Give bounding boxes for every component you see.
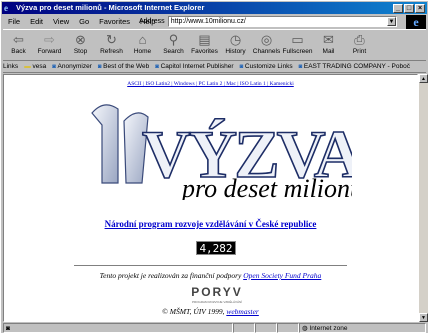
menu-edit[interactable]: Edit <box>25 16 48 27</box>
home-button[interactable]: ⌂ Home <box>127 30 158 55</box>
address-bar: Address http://www.10milionu.cz/ ▼ <box>139 15 397 28</box>
stop-icon: ⊗ <box>75 32 86 47</box>
status-pane-1 <box>233 323 255 333</box>
links-item-vesa[interactable]: vesa <box>24 61 47 72</box>
mail-button[interactable]: ✉ Mail <box>313 30 344 55</box>
title-bar: e Výzva pro deset milionů - Microsoft In… <box>2 2 427 14</box>
divider <box>74 265 347 267</box>
channels-button[interactable]: ◎ Channels <box>251 30 282 55</box>
favorites-button[interactable]: ▤ Favorites <box>189 30 220 55</box>
refresh-button[interactable]: ↻ Refresh <box>96 30 127 55</box>
page-subtitle[interactable]: Národní program rozvoje vzdělávání v Čes… <box>4 219 417 229</box>
search-icon: ⚲ <box>168 32 179 47</box>
copyright-text: © MŠMT, ÚIV 1999, <box>162 307 227 316</box>
status-bar: ◙ ◍ Internet zone <box>3 323 426 334</box>
home-icon: ⌂ <box>138 32 147 47</box>
fullscreen-label: Fullscreen <box>282 48 313 55</box>
fullscreen-button[interactable]: ▭ Fullscreen <box>282 30 313 55</box>
ie-throbber-icon: e <box>406 15 426 29</box>
menu-view[interactable]: View <box>48 16 74 27</box>
browser-window: e Výzva pro deset milionů - Microsoft In… <box>0 0 429 334</box>
window-title: Výzva pro deset milionů - Microsoft Inte… <box>16 3 205 12</box>
visit-counter: 4,282 <box>196 241 236 255</box>
channels-icon: ◎ <box>260 32 273 47</box>
osf-link[interactable]: Open Society Fund Praha <box>243 271 321 280</box>
address-label: Address <box>139 18 165 25</box>
address-url: http://www.10milionu.cz/ <box>170 18 246 25</box>
links-label: Links <box>3 63 19 70</box>
status-zone: ◍ Internet zone <box>299 323 426 333</box>
address-dropdown-button[interactable]: ▼ <box>387 17 396 26</box>
back-label: Back <box>11 48 26 55</box>
standard-toolbar: ⇦ Back ⇨ Forward ⊗ Stop ↻ Refresh ⌂ Home ⚲ Sea… <box>3 29 426 61</box>
vertical-scrollbar[interactable]: ▲ ▼ <box>418 74 428 322</box>
status-message: ◙ <box>3 323 233 333</box>
history-icon: ◷ <box>229 32 242 47</box>
refresh-label: Refresh <box>100 48 123 55</box>
support-line: Tento projekt je realizován za finanční … <box>4 271 417 280</box>
links-item-customize[interactable]: Customize Links <box>240 61 293 72</box>
vyzva-logo: VÝZVA pro deset milionů <box>91 104 352 200</box>
status-zone-label: Internet zone <box>309 325 348 332</box>
logo-tagline: pro deset milionů <box>180 174 352 200</box>
close-button[interactable]: × <box>415 4 425 13</box>
forward-label: Forward <box>37 48 62 55</box>
page-content: ASCII | ISO Latin2 | Windows | PC Latin … <box>3 74 418 322</box>
links-item-capitol[interactable]: Capitol Internet Publisher <box>155 61 234 72</box>
favorites-label: Favorites <box>191 48 218 55</box>
status-pane-2 <box>255 323 277 333</box>
poryv-logo: PORYV PROGRAM ROZVOJE VZDĚLÁVÁNÍ <box>191 285 243 304</box>
print-icon: ⎙ <box>354 32 365 47</box>
menu-file[interactable]: File <box>3 16 25 27</box>
webmaster-link[interactable]: webmaster <box>226 307 259 316</box>
scroll-up-button[interactable]: ▲ <box>419 74 428 83</box>
print-label: Print <box>352 48 367 55</box>
encoding-links-text[interactable]: ASCII | ISO Latin2 | Windows | PC Latin … <box>127 81 294 87</box>
scroll-down-button[interactable]: ▼ <box>419 313 428 322</box>
menu-go[interactable]: Go <box>74 16 94 27</box>
links-item-best-of-web[interactable]: Best of the Web <box>98 61 149 72</box>
fullscreen-icon: ▭ <box>291 32 304 47</box>
favorites-icon: ▤ <box>198 32 211 47</box>
links-item-anonymizer[interactable]: Anonymizer <box>52 61 92 72</box>
history-label: History <box>225 48 246 55</box>
history-button[interactable]: ◷ History <box>220 30 251 55</box>
mail-label: Mail <box>322 48 335 55</box>
home-label: Home <box>133 48 152 55</box>
forward-arrow-icon: ⇨ <box>44 32 55 47</box>
search-button[interactable]: ⚲ Search <box>158 30 189 55</box>
encoding-links: ASCII | ISO Latin2 | Windows | PC Latin … <box>4 81 417 87</box>
forward-button[interactable]: ⇨ Forward <box>34 30 65 55</box>
copyright-line: © MŠMT, ÚIV 1999, webmaster <box>4 307 417 316</box>
search-label: Search <box>163 48 184 55</box>
menu-favorites[interactable]: Favorites <box>94 16 135 27</box>
stop-label: Stop <box>73 48 88 55</box>
poryv-logo-subtext: PROGRAM ROZVOJE VZDĚLÁVÁNÍ <box>192 299 242 304</box>
address-input[interactable]: http://www.10milionu.cz/ ▼ <box>167 16 397 27</box>
refresh-icon: ↻ <box>106 32 117 47</box>
status-pane-3 <box>277 323 299 333</box>
channels-label: Channels <box>252 48 281 55</box>
back-button[interactable]: ⇦ Back <box>3 30 34 55</box>
stop-button[interactable]: ⊗ Stop <box>65 30 96 55</box>
print-button[interactable]: ⎙ Print <box>344 30 375 55</box>
ie-logo-icon: e <box>4 3 8 13</box>
links-item-east-trading[interactable]: EAST TRADING COMPANY - Poboč <box>299 61 410 72</box>
poryv-logo-text: PORYV <box>191 285 243 299</box>
minimize-button[interactable]: _ <box>393 4 403 13</box>
logo-digit-1 <box>91 104 119 184</box>
links-bar: Links vesa Anonymizer Best of the Web Ca… <box>3 61 426 73</box>
maximize-button[interactable]: □ <box>404 4 414 13</box>
support-text: Tento projekt je realizován za finanční … <box>99 271 244 280</box>
mail-icon: ✉ <box>323 32 334 47</box>
back-arrow-icon: ⇦ <box>13 32 24 47</box>
status-page-icon: ◙ <box>6 325 10 332</box>
